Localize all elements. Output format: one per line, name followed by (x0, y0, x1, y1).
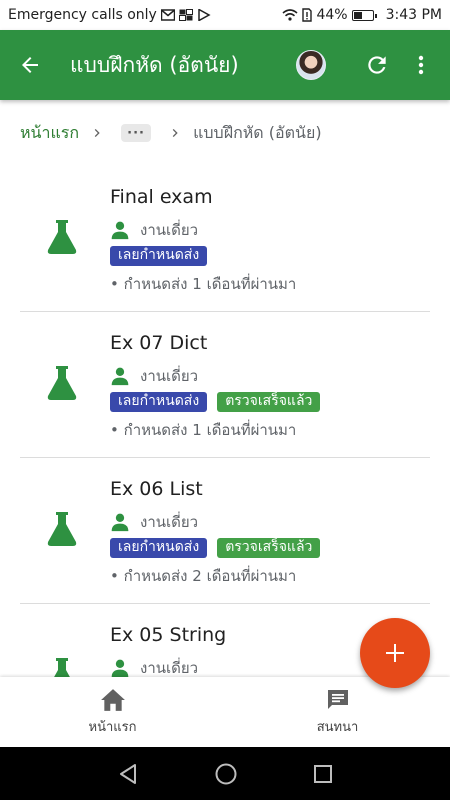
late-badge: เลยกำหนดส่ง (110, 246, 208, 266)
breadcrumb-ellipsis-button[interactable]: ··· (121, 124, 152, 142)
person-icon (111, 367, 129, 386)
assignment-type: งานเดี่ยว (110, 510, 198, 534)
assignment-type: งานเดี่ยว (110, 656, 198, 677)
chevron-right-icon (79, 125, 115, 141)
breadcrumb: หน้าแรก ··· แบบฝึกหัด (อัตนัย) (0, 100, 450, 166)
flask-icon (47, 366, 77, 400)
chevron-right-icon (157, 125, 193, 141)
assignment-type-label: งานเดี่ยว (140, 367, 199, 385)
graded-badge: ตรวจเสร็จแล้ว (217, 392, 321, 412)
due-text: • กำหนดส่ง 1 เดือนที่ผ่านมา (110, 421, 297, 439)
badges: เลยกำหนดส่ง ตรวจเสร็จแล้ว (110, 538, 321, 558)
list-item[interactable]: Ex 06 List งานเดี่ยว เลยกำหนดส่ง ตรวจเสร… (20, 458, 430, 604)
gallery-icon (178, 9, 193, 21)
no-sim-icon (302, 8, 313, 22)
assignment-type-label: งานเดี่ยว (140, 659, 199, 677)
person-icon (111, 513, 129, 532)
chat-icon (327, 689, 348, 709)
refresh-icon (368, 56, 386, 74)
more-vert-icon (418, 55, 424, 75)
refresh-button[interactable] (354, 30, 400, 100)
breadcrumb-home-link[interactable]: หน้าแรก (20, 121, 79, 146)
assignment-title: Ex 07 Dict (110, 332, 208, 354)
late-badge: เลยกำหนดส่ง (110, 392, 208, 412)
badges: เลยกำหนดส่ง ตรวจเสร็จแล้ว (110, 392, 321, 412)
assignment-type-label: งานเดี่ยว (140, 513, 199, 531)
flask-icon (47, 512, 77, 546)
nav-chat[interactable]: สนทนา (225, 677, 450, 747)
page-title: แบบฝึกหัด (อัตนัย) (70, 52, 239, 77)
home-circle-icon[interactable] (214, 762, 238, 786)
flask-icon (47, 220, 77, 254)
badges: เลยกำหนดส่ง (110, 246, 208, 266)
nav-chat-label: สนทนา (316, 719, 359, 735)
nav-home[interactable]: หน้าแรก (0, 677, 225, 747)
recents-square-icon[interactable] (313, 764, 333, 784)
wifi-icon (282, 9, 298, 21)
assignment-title: Ex 06 List (110, 478, 203, 500)
add-button[interactable] (360, 618, 430, 688)
breadcrumb-current: แบบฝึกหัด (อัตนัย) (193, 122, 322, 142)
due-text: • กำหนดส่ง 2 เดือนที่ผ่านมา (110, 567, 297, 585)
bottom-nav: หน้าแรก สนทนา (0, 677, 450, 747)
late-badge: เลยกำหนดส่ง (110, 538, 208, 558)
arrow-left-icon (22, 57, 38, 73)
assignment-type-label: งานเดี่ยว (140, 221, 199, 239)
play-store-icon (198, 9, 211, 21)
plus-icon (386, 644, 404, 662)
battery-icon (351, 9, 377, 21)
system-nav-bar (0, 747, 450, 800)
clock: 3:43 PM (385, 7, 442, 23)
graded-badge: ตรวจเสร็จแล้ว (217, 538, 321, 558)
due-text: • กำหนดส่ง 1 เดือนที่ผ่านมา (110, 275, 297, 293)
assignment-title: Ex 05 String (110, 624, 227, 646)
mail-icon (160, 9, 175, 21)
assignment-list[interactable]: Final exam งานเดี่ยว เลยกำหนดส่ง • กำหนด… (20, 166, 430, 677)
person-icon (111, 221, 129, 240)
person-icon (111, 659, 129, 677)
app-bar: แบบฝึกหัด (อัตนัย) (0, 30, 450, 100)
back-button[interactable] (0, 30, 60, 100)
flask-icon (54, 658, 70, 677)
list-item[interactable]: Ex 07 Dict งานเดี่ยว เลยกำหนดส่ง ตรวจเสร… (20, 312, 430, 458)
status-left-text: Emergency calls only (8, 7, 157, 23)
more-options-button[interactable] (400, 30, 442, 100)
nav-home-label: หน้าแรก (88, 719, 137, 735)
status-bar: Emergency calls only 44% 3:43 PM (0, 0, 450, 30)
home-icon (100, 688, 125, 711)
list-item[interactable]: Final exam งานเดี่ยว เลยกำหนดส่ง • กำหนด… (20, 166, 430, 312)
avatar[interactable] (296, 50, 326, 80)
assignment-type: งานเดี่ยว (110, 364, 198, 388)
battery-percent: 44% (316, 7, 348, 23)
back-triangle-icon[interactable] (117, 763, 139, 785)
assignment-title: Final exam (110, 186, 213, 208)
assignment-type: งานเดี่ยว (110, 218, 198, 242)
